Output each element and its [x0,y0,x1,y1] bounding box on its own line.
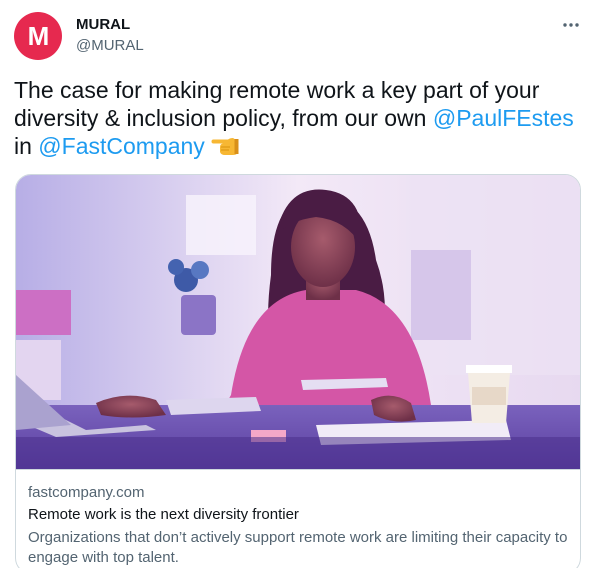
tweet-text-part: in [14,133,39,159]
more-options-button[interactable] [556,10,586,40]
tweet-text: The case for making remote work a key pa… [14,76,584,163]
card-image[interactable] [16,175,580,470]
user-display-name[interactable]: MURAL [76,15,130,35]
pointing-left-hand-icon [211,135,239,163]
avatar-letter: M [27,20,50,51]
card-title: Remote work is the next diversity fronti… [28,506,299,523]
avatar[interactable]: M [14,12,62,60]
more-horizontal-icon [563,23,579,27]
woman-working-at-desk-photo [16,175,580,469]
tweet: M MURAL @MURAL The case for making remot… [0,0,596,568]
card-domain: fastcompany.com [28,484,145,501]
link-preview-card[interactable]: fastcompany.com Remote work is the next … [15,174,581,568]
mention-link-paulfestes[interactable]: @PaulFEstes [433,105,574,131]
mention-link-fastcompany[interactable]: @FastCompany [38,133,205,159]
user-handle[interactable]: @MURAL [76,36,144,56]
card-description: Organizations that don’t actively suppor… [28,529,568,566]
